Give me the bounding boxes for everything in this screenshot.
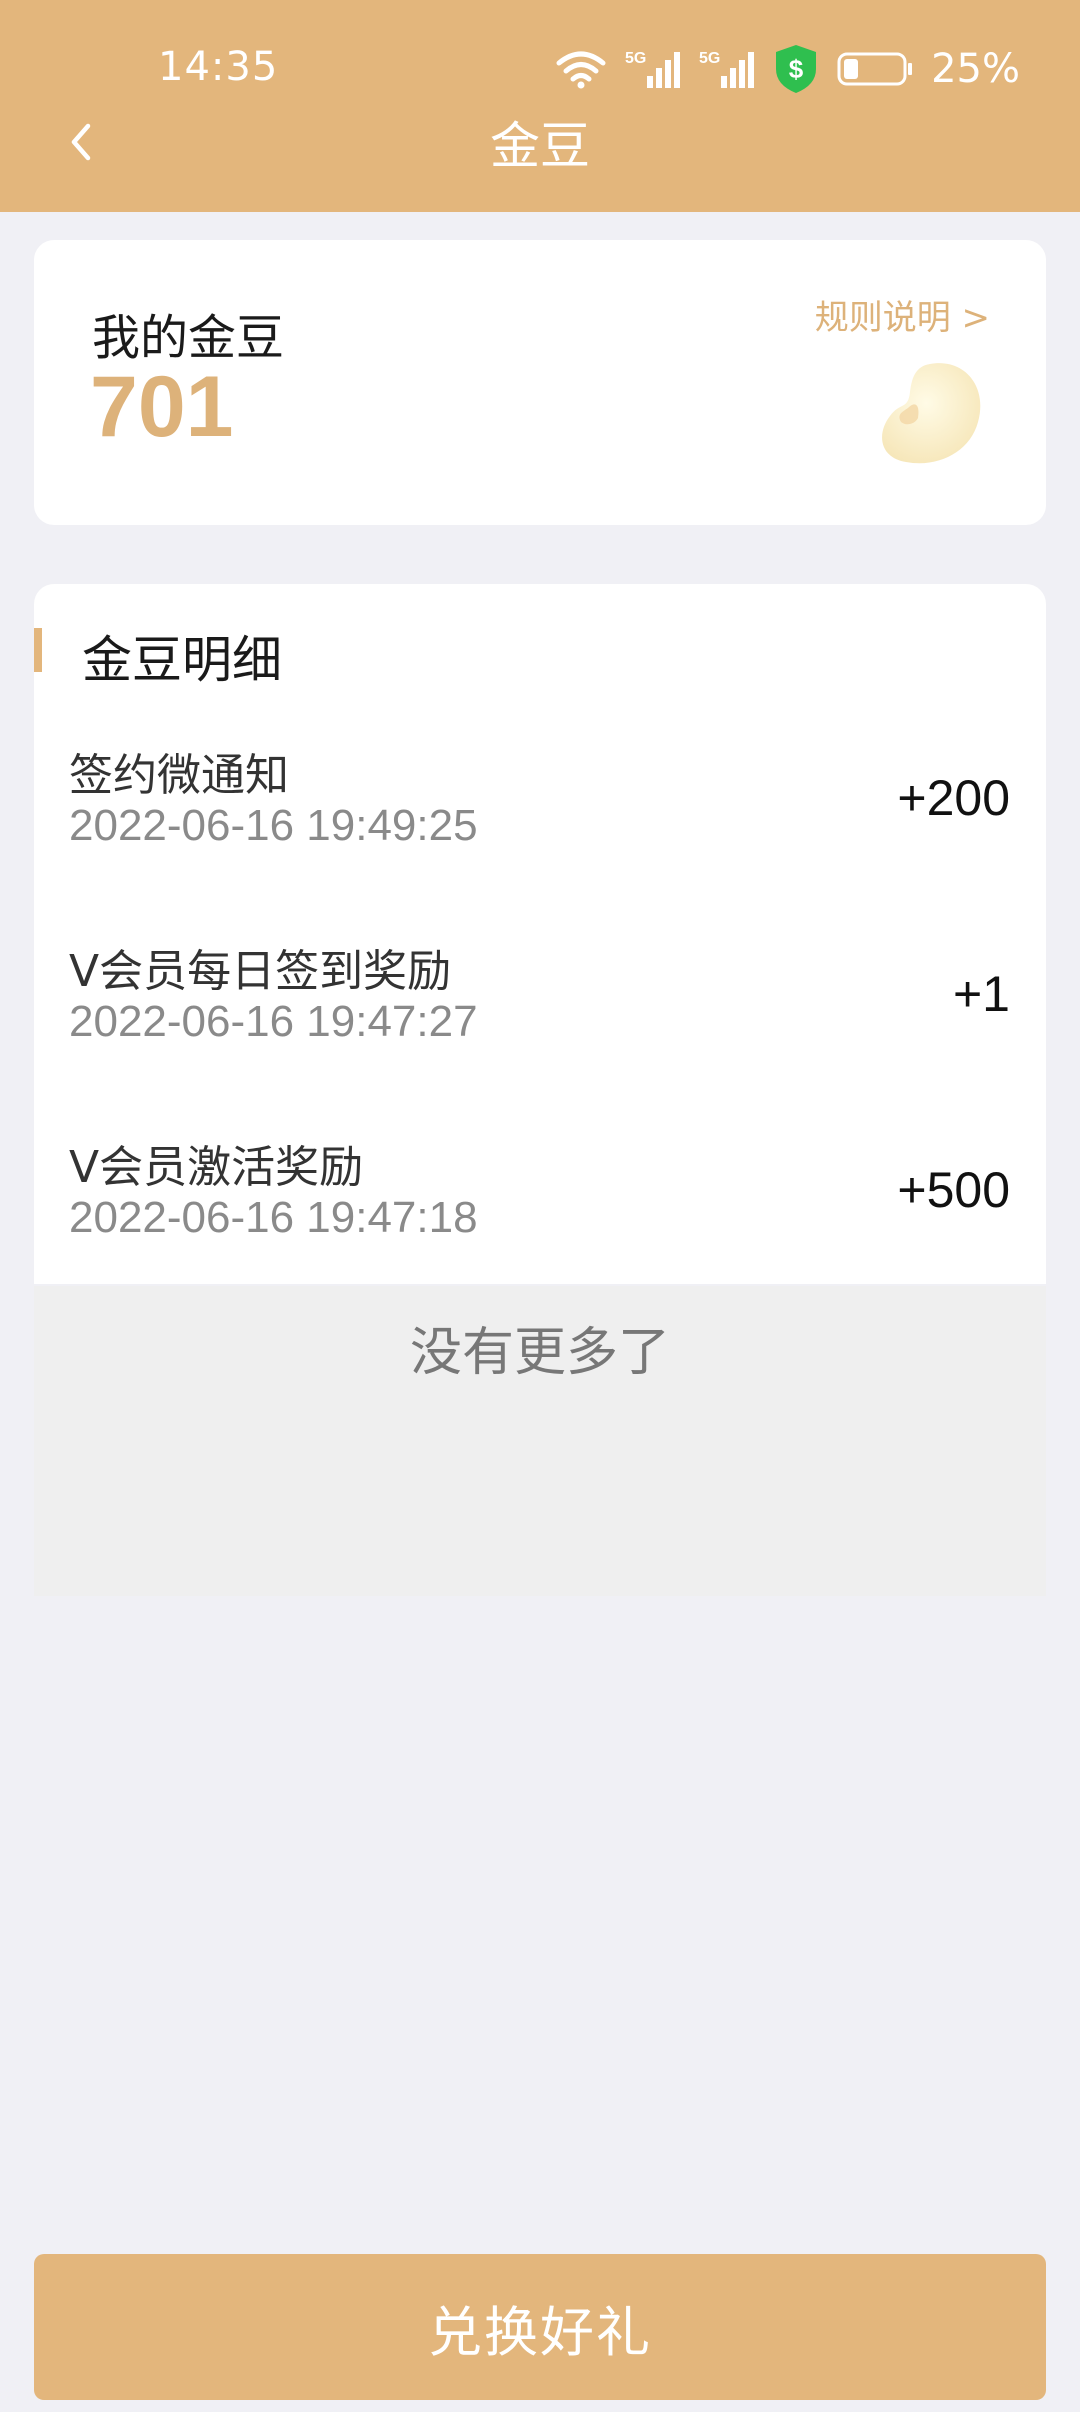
item-time: 2022-06-16 19:47:27 [69, 997, 478, 1046]
battery-icon [837, 52, 913, 86]
item-amount: +1 [952, 966, 1010, 1022]
item-time: 2022-06-16 19:47:18 [69, 1193, 478, 1242]
battery-percentage: 25% [931, 46, 1020, 92]
wifi-icon [556, 51, 606, 89]
item-title: V会员激活奖励 [69, 1142, 364, 1193]
redeem-gift-button[interactable]: 兑换好礼 [34, 2254, 1046, 2400]
page-title: 金豆 [490, 117, 590, 175]
gold-bean-icon [882, 363, 981, 464]
item-amount: +200 [897, 770, 1010, 826]
list-item: 签约微通知 2022-06-16 19:49:25 +200 [34, 739, 1046, 889]
balance-card: 我的金豆 701 规则说明 > [34, 240, 1046, 525]
status-time: 14:35 [158, 44, 279, 90]
nav-bar: 金豆 [0, 100, 1080, 184]
item-time: 2022-06-16 19:49:25 [69, 801, 478, 850]
svg-text:5G: 5G [699, 50, 720, 67]
detail-card: 金豆明细 签约微通知 2022-06-16 19:49:25 +200 V会员每… [34, 584, 1046, 1284]
status-bar: 14:35 5G 5G $ 25% [0, 40, 1080, 100]
list-end-area: 没有更多了 [34, 1286, 1046, 1596]
no-more-text: 没有更多了 [409, 1323, 670, 1383]
detail-list: 金豆明细 签约微通知 2022-06-16 19:49:25 +200 V会员每… [34, 584, 1046, 1284]
app-header: 14:35 5G 5G $ 25% 金豆 [0, 0, 1080, 212]
signal-5g-icon: 5G [699, 50, 755, 88]
list-item: V会员激活奖励 2022-06-16 19:47:18 +500 [34, 1131, 1046, 1281]
section-accent-bar [34, 628, 42, 672]
item-amount: +500 [897, 1162, 1010, 1218]
rules-link[interactable]: 规则说明 > [815, 290, 990, 339]
section-title: 金豆明细 [82, 631, 282, 689]
status-icons: 5G 5G $ 25% [555, 42, 1020, 96]
item-title: 签约微通知 [69, 750, 289, 801]
svg-text:$: $ [789, 54, 804, 84]
list-item: V会员每日签到奖励 2022-06-16 19:47:27 +1 [34, 935, 1046, 1085]
section-header: 金豆明细 [34, 620, 1046, 689]
item-title: V会员每日签到奖励 [69, 946, 452, 997]
svg-text:5G: 5G [625, 50, 646, 67]
signal-5g-icon: 5G [625, 50, 681, 88]
balance-value: 701 [90, 359, 234, 455]
security-shield-icon: $ [776, 45, 817, 93]
